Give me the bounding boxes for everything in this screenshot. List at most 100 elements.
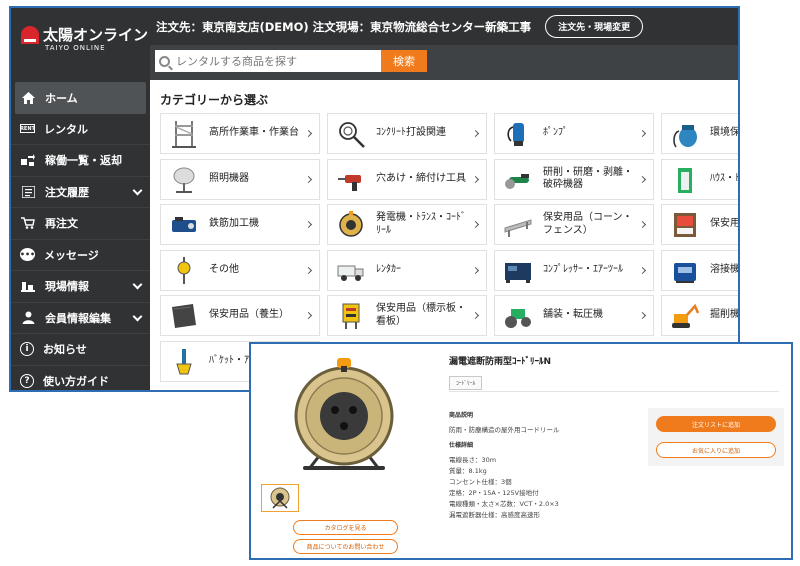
chevron-down-icon[interactable] [132,185,143,195]
change-destination-button[interactable]: 注文先・現場変更 [545,15,644,38]
product-detail-panel: カタログを見る 商品についてのお問い合わせ 漏電遮断防雨型ｺｰﾄﾞﾘｰﾙN ｺｰ… [249,342,793,560]
search-input[interactable] [176,54,366,68]
chevron-right-icon [471,311,480,320]
category-card[interactable]: 保安用品・器・他 [661,204,738,245]
sidebar-item-site-info[interactable]: 現場情報 [11,271,150,303]
top-bar: 注文先：東京南支店(DEMO) 注文現場：東京物流総合センター新築工事 注文先・… [150,8,738,45]
grinder-icon [501,165,535,195]
brand-logo[interactable]: 太陽オンライン TAIYO ONLINE [21,22,149,56]
category-card[interactable]: その他 [160,249,320,291]
category-card[interactable]: 鉄筋加工機 [160,204,320,245]
sidebar: 太陽オンライン TAIYO ONLINE ホーム RENT レンタル 稼働一覧・… [11,8,150,390]
description-label: 商品説明 [449,412,474,419]
sidebar-item-order-history[interactable]: 注文履歴 [11,177,150,208]
chevron-right-icon [471,266,480,274]
sidebar-item-label: 会員情報編集 [45,311,111,325]
category-card[interactable]: 保安用品（養生） [160,295,320,336]
category-card[interactable]: ｺﾝｸﾘｰﾄ打設関連 [327,113,487,154]
sidebar-item-label: 稼働一覧・返却 [45,154,122,168]
user-icon [20,310,36,326]
chevron-down-icon[interactable] [132,311,143,321]
chevron-right-icon [638,175,647,183]
sheet-icon [167,301,201,331]
sidebar-item-message[interactable]: ••• メッセージ [11,240,150,271]
category-label: ｺﾝﾌﾟﾚｯｻｰ・ｴｱｰﾂｰﾙ [543,263,623,275]
house-icon [668,165,702,195]
category-card[interactable]: 環境保護機器 [661,113,740,154]
order-destination-text: 注文先：東京南支店(DEMO) 注文現場：東京物流総合センター新築工事 [156,19,532,34]
category-card[interactable]: 照明機器 [160,158,320,200]
sidebar-item-label: ホーム [45,91,78,105]
category-label: 掘削機 [710,309,740,321]
category-card[interactable]: 保安用品（標示板・看板） [327,295,487,336]
sidebar-item-news[interactable]: i お知らせ [11,334,150,366]
truck-icon [334,256,368,286]
chevron-right-icon [471,220,480,229]
info-icon: i [20,342,34,357]
chevron-right-icon [304,220,313,229]
category-label: 環境保護機器 [710,127,740,139]
category-card[interactable]: 掘削機 [661,295,740,336]
sidebar-item-guide[interactable]: ? 使い方ガイド [11,366,150,391]
sidebar-item-label: 注文履歴 [45,185,89,199]
rebar-icon [167,210,201,240]
category-label: 舗装・転圧機 [543,309,603,321]
category-card[interactable]: 保安用品（コーン・フェンス） [494,204,654,245]
chevron-right-icon [638,311,647,320]
category-card[interactable]: 発電機・ﾄﾗﾝｽ・ｺｰﾄﾞﾘｰﾙ [327,204,487,245]
divider [449,391,779,392]
sidebar-item-label: レンタル [44,122,88,136]
sidebar-item-member-edit[interactable]: 会員情報編集 [11,303,150,334]
category-card[interactable]: 舗装・転圧機 [494,295,654,336]
roller-icon [501,301,535,331]
sidebar-item-label: メッセージ [44,248,99,262]
sidebar-item-rental[interactable]: RENT レンタル [11,114,150,145]
hoist-icon [167,256,201,286]
category-label: 溶接機 [710,263,740,275]
chevron-right-icon [304,266,313,274]
product-inquiry-button[interactable]: 商品についてのお問い合わせ [293,539,398,554]
spec-line: 電線長さ：30m [449,456,497,464]
category-card[interactable]: 高所作業車・作業台 [160,113,320,154]
return-icon [20,152,36,168]
sidebar-item-reorder[interactable]: 再注文 [11,208,150,240]
category-card[interactable]: ﾊｳｽ・ﾄｲﾚ [661,158,740,200]
category-label: ﾊｳｽ・ﾄｲﾚ [710,172,740,184]
add-to-order-list-button[interactable]: 注文リストに追加 [656,416,776,432]
category-card[interactable]: ﾚﾝﾀｶｰ [327,249,487,291]
category-card[interactable]: 研削・研磨・剥離・破砕機器 [494,158,654,200]
category-label: 発電機・ﾄﾗﾝｽ・ｺｰﾄﾞﾘｰﾙ [376,212,466,236]
chevron-right-icon [304,175,313,183]
product-thumbnail[interactable] [261,484,299,512]
product-category-tag: ｺｰﾄﾞﾘｰﾙ [449,376,483,390]
brand-name: 太陽オンライン [43,26,149,44]
chevron-right-icon [471,175,480,183]
panel-icon [668,210,702,240]
sidebar-item-label: お知らせ [43,343,87,357]
site-icon [20,278,36,294]
add-to-favorites-button[interactable]: お気に入りに追加 [656,442,776,458]
drill-icon [334,165,368,195]
compressor-icon [501,256,535,286]
category-label: 高所作業車・作業台 [209,127,299,139]
light-icon [167,165,201,195]
spec-line: コンセント仕様：3個 [449,478,512,486]
sidebar-item-home[interactable]: ホーム [15,82,146,114]
category-card[interactable]: 穴あけ・締付け工具 [327,158,487,200]
bucket-icon [167,347,201,377]
category-card[interactable]: ﾎﾟﾝﾌﾟ [494,113,654,154]
sidebar-item-label: 現場情報 [45,280,89,294]
search-button[interactable]: 検索 [381,50,427,72]
sidebar-item-return[interactable]: 稼働一覧・返却 [11,145,150,177]
category-label: 保安用品（コーン・フェンス） [543,212,633,236]
category-card[interactable]: ｺﾝﾌﾟﾚｯｻｰ・ｴｱｰﾂｰﾙ [494,249,654,291]
search-box [155,50,381,72]
chevron-down-icon[interactable] [132,279,143,290]
product-title: 漏電遮断防雨型ｺｰﾄﾞﾘｰﾙN [449,357,552,367]
sidebar-item-label: 使い方ガイド [43,374,109,388]
category-label: 照明機器 [209,172,249,184]
sidebar-item-label: 再注文 [45,217,78,231]
view-catalog-button[interactable]: カタログを見る [293,520,398,535]
spec-label: 仕様詳細 [449,442,474,449]
category-card[interactable]: 溶接機 [661,249,740,291]
